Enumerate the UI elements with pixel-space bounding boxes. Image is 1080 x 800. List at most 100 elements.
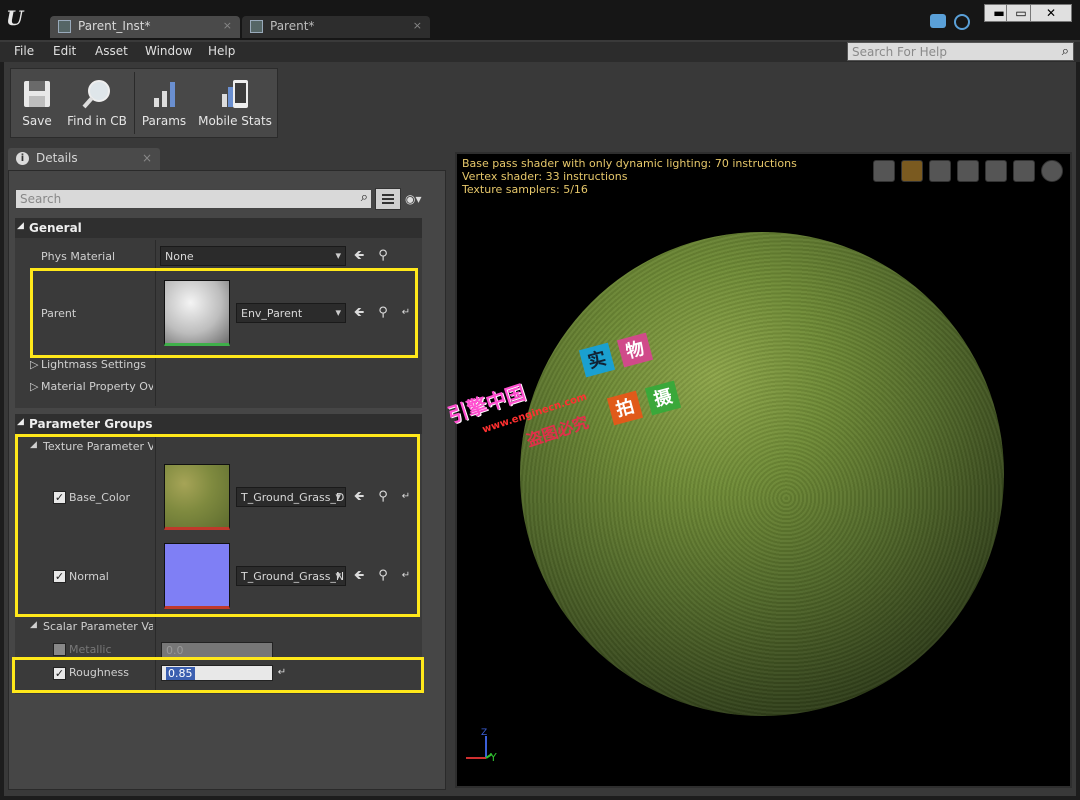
expand-arrow-icon[interactable]: ▷ <box>30 380 38 393</box>
roughness-value: 0.85 <box>166 667 195 680</box>
list-icon <box>382 194 394 204</box>
menu-file[interactable]: File <box>14 44 34 58</box>
browse-search-icon[interactable]: ⚲ <box>375 248 391 264</box>
collapse-arrow-icon[interactable]: ◢ <box>30 620 37 630</box>
parent-label: Parent <box>41 307 77 320</box>
details-search-placeholder: Search <box>20 192 62 206</box>
feedback-icon[interactable] <box>930 14 946 28</box>
details-tab-label: Details <box>36 151 78 165</box>
details-search-input[interactable]: Search ⌕ <box>15 189 372 209</box>
eye-visibility-icon[interactable]: ◉▾ <box>405 192 435 206</box>
plane-preview-icon[interactable] <box>929 160 951 182</box>
search-icon: ⌕ <box>360 190 368 205</box>
tab-close-icon[interactable]: × <box>413 19 422 32</box>
shader-info-line: Base pass shader with only dynamic light… <box>462 157 797 170</box>
metallic-label: Metallic <box>69 643 112 656</box>
material-icon <box>250 20 263 33</box>
menu-asset[interactable]: Asset <box>95 44 128 58</box>
normal-label: Normal <box>69 570 109 583</box>
tab-label: Parent_Inst* <box>78 19 151 33</box>
parameter-groups-header[interactable]: ◢ Parameter Groups <box>15 414 422 434</box>
parameter-groups-title: Parameter Groups <box>29 417 153 431</box>
roughness-label: Roughness <box>69 666 130 679</box>
use-selected-arrow-icon[interactable]: 🡸 <box>351 248 367 264</box>
texture-parameter-group[interactable]: Texture Parameter Va <box>43 440 153 453</box>
close-button[interactable]: ✕ <box>1030 4 1072 22</box>
reset-to-default-icon[interactable]: ↵ <box>398 305 414 321</box>
phys-material-dropdown[interactable]: None <box>160 246 346 266</box>
find-in-cb-label: Find in CB <box>67 114 127 128</box>
cylinder-preview-icon[interactable] <box>873 160 895 182</box>
lightmass-settings-row[interactable]: Lightmass Settings <box>41 358 146 371</box>
help-search-placeholder: Search For Help <box>852 45 947 59</box>
cube-preview-icon[interactable] <box>957 160 979 182</box>
mobile-stats-button[interactable]: Mobile Stats <box>196 74 274 136</box>
save-icon <box>24 81 50 107</box>
roughness-checkbox[interactable]: ✓ <box>53 667 66 680</box>
normal-checkbox[interactable]: ✓ <box>53 570 66 583</box>
scalar-parameter-group[interactable]: Scalar Parameter Valu <box>43 620 153 633</box>
mobile-stats-icon <box>222 80 248 108</box>
menu-window[interactable]: Window <box>145 44 192 58</box>
menu-edit[interactable]: Edit <box>53 44 76 58</box>
tab-parent-inst[interactable]: Parent_Inst* × <box>50 16 240 38</box>
shader-info-line: Texture samplers: 5/16 <box>462 183 588 196</box>
magnifier-icon <box>82 80 110 109</box>
browse-search-icon[interactable]: ⚲ <box>375 568 391 584</box>
browse-search-icon[interactable]: ⚲ <box>375 305 391 321</box>
grid-toggle-icon[interactable] <box>1013 160 1035 182</box>
view-options-button[interactable] <box>375 188 401 210</box>
collapse-arrow-icon: ◢ <box>17 417 24 427</box>
info-icon: i <box>16 152 29 165</box>
sphere-texture-overlay <box>520 232 1004 716</box>
parent-dropdown[interactable]: Env_Parent <box>236 303 346 323</box>
collapse-arrow-icon[interactable]: ◢ <box>30 440 37 450</box>
material-property-row[interactable]: Material Property Ove <box>41 380 153 393</box>
browse-search-icon[interactable]: ⚲ <box>375 489 391 505</box>
collapse-arrow-icon: ◢ <box>17 221 24 231</box>
base-color-dropdown[interactable]: T_Ground_Grass_D <box>236 487 346 507</box>
sphere-preview-icon[interactable] <box>901 160 923 182</box>
base-color-checkbox[interactable]: ✓ <box>53 491 66 504</box>
source-control-icon[interactable] <box>954 14 970 30</box>
phys-material-label: Phys Material <box>41 250 116 263</box>
general-section-title: General <box>29 221 82 235</box>
roughness-input[interactable]: 0.85 <box>161 665 273 681</box>
metallic-checkbox[interactable] <box>53 643 66 656</box>
use-selected-arrow-icon[interactable]: 🡸 <box>351 568 367 584</box>
reset-to-default-icon[interactable]: ↵ <box>398 489 414 505</box>
tab-details[interactable]: i Details × <box>8 148 160 170</box>
general-section-header[interactable]: ◢ General <box>15 218 422 238</box>
material-instance-icon <box>58 20 71 33</box>
menu-help[interactable]: Help <box>208 44 235 58</box>
normal-dropdown[interactable]: T_Ground_Grass_N <box>236 566 346 586</box>
find-in-cb-button[interactable]: Find in CB <box>64 74 130 136</box>
unreal-logo-icon: U <box>6 6 24 30</box>
save-label: Save <box>22 114 52 128</box>
mobile-stats-label: Mobile Stats <box>198 114 272 128</box>
help-search-input[interactable]: Search For Help ⌕ <box>847 42 1074 61</box>
use-selected-arrow-icon[interactable]: 🡸 <box>351 489 367 505</box>
search-icon: ⌕ <box>1061 44 1069 59</box>
axis-z-label: Z <box>481 728 488 738</box>
use-selected-arrow-icon[interactable]: 🡸 <box>351 305 367 321</box>
parent-material-thumbnail[interactable] <box>164 280 230 346</box>
reset-to-default-icon[interactable]: ↵ <box>274 665 290 681</box>
params-button[interactable]: Params <box>140 74 188 136</box>
shader-info-line: Vertex shader: 33 instructions <box>462 170 628 183</box>
realtime-toggle-icon[interactable] <box>1041 160 1063 182</box>
toolbar-divider <box>134 72 135 134</box>
tab-close-icon[interactable]: × <box>223 19 232 32</box>
base-color-texture-thumbnail[interactable] <box>164 464 230 530</box>
normal-texture-thumbnail[interactable] <box>164 543 230 609</box>
axis-y-label: Y <box>490 751 497 764</box>
params-icon <box>154 82 175 107</box>
save-button[interactable]: Save <box>16 74 58 136</box>
mesh-preview-icon[interactable] <box>985 160 1007 182</box>
reset-to-default-icon[interactable]: ↵ <box>398 568 414 584</box>
metallic-input[interactable]: 0.0 <box>161 642 273 658</box>
expand-arrow-icon[interactable]: ▷ <box>30 358 38 371</box>
tab-label: Parent* <box>270 19 315 33</box>
tab-parent[interactable]: Parent* × <box>242 16 430 38</box>
close-icon[interactable]: × <box>142 151 152 165</box>
